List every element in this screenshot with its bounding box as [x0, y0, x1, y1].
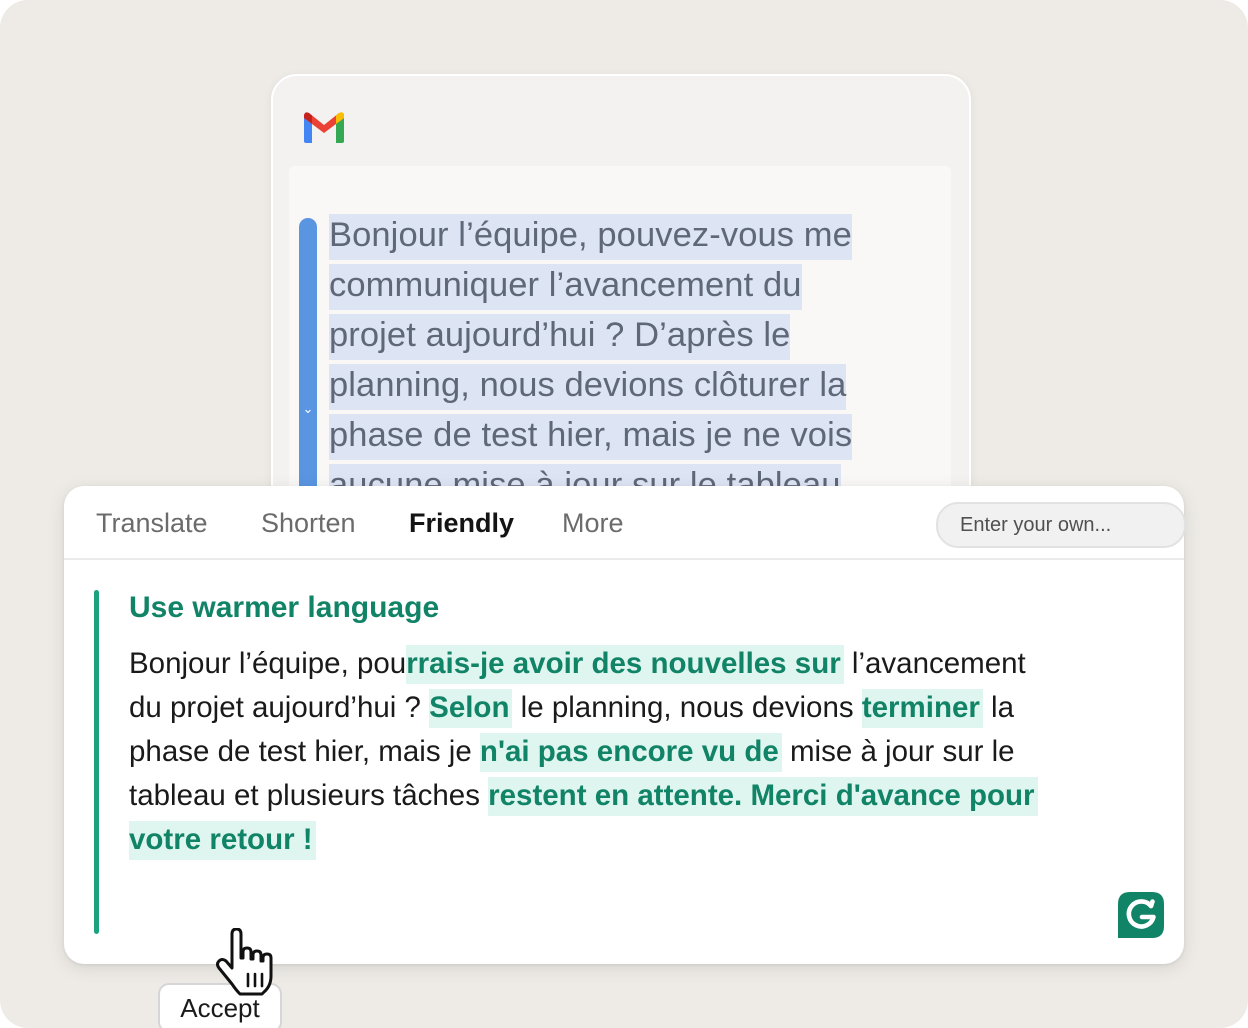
unchanged-text: la [982, 691, 1015, 724]
unchanged-text: phase de test hier, mais je [129, 735, 480, 768]
chevron-down-icon[interactable]: ⌄ [301, 402, 315, 416]
suggestion-line: Bonjour l’équipe, pourrais-je avoir des … [129, 642, 1169, 686]
unchanged-text: le planning, nous devions [512, 691, 862, 724]
custom-prompt-input[interactable] [936, 502, 1186, 548]
suggestion-line: votre retour ! [129, 818, 1169, 862]
email-line: Bonjour l’équipe, pouvez-vous me [329, 210, 929, 260]
tab-translate[interactable]: Translate [96, 506, 208, 540]
suggested-change: Selon [429, 689, 513, 728]
tab-friendly[interactable]: Friendly [409, 506, 514, 540]
email-body[interactable]: ⌄ Bonjour l’équipe, pouvez-vous me commu… [289, 166, 951, 510]
suggestion-title: Use warmer language [129, 591, 440, 624]
tab-more[interactable]: More [562, 506, 624, 540]
suggested-change: rrais-je avoir des nouvelles sur [406, 645, 844, 684]
tab-bar: Translate Shorten Friendly More [64, 486, 1186, 560]
unchanged-text: tableau et plusieurs tâches [129, 779, 489, 812]
gmail-icon [304, 112, 344, 143]
email-text: Bonjour l’équipe, pouvez-vous me communi… [329, 210, 929, 510]
unchanged-text: Bonjour l’équipe, pou [129, 647, 407, 680]
suggestion-text: Bonjour l’équipe, pourrais-je avoir des … [129, 642, 1169, 862]
suggested-change: terminer [861, 689, 983, 728]
email-line: planning, nous devions clôturer la [329, 360, 929, 410]
grammarly-icon[interactable] [1118, 892, 1164, 938]
suggestion-card: Use warmer language Bonjour l’équipe, po… [94, 590, 1158, 1028]
rewrite-panel: Translate Shorten Friendly More Use warm… [64, 486, 1186, 1028]
tab-shorten[interactable]: Shorten [261, 506, 356, 540]
suggestion-line: tableau et plusieurs tâches restent en a… [129, 774, 1169, 818]
suggested-change: n'ai pas encore vu de [479, 733, 782, 772]
suggestion-line: phase de test hier, mais je n'ai pas enc… [129, 730, 1169, 774]
unchanged-text: l’avancement [843, 647, 1026, 680]
suggested-change: restent en attente. Merci d'avance pour [488, 777, 1038, 816]
unchanged-text: du projet aujourd’hui ? [129, 691, 430, 724]
email-line: communiquer l’avancement du [329, 260, 929, 310]
unchanged-text: mise à jour sur le [781, 735, 1015, 768]
suggestion-accent-bar [94, 590, 99, 934]
email-compose-window: ⌄ Bonjour l’équipe, pouvez-vous me commu… [271, 74, 971, 518]
hand-cursor-icon [216, 928, 273, 996]
suggested-change: votre retour ! [129, 821, 316, 860]
suggestion-line: du projet aujourd’hui ? Selon le plannin… [129, 686, 1169, 730]
email-line: phase de test hier, mais je ne vois [329, 410, 929, 460]
selection-handle[interactable] [299, 218, 317, 508]
canvas-background: ⌄ Bonjour l’équipe, pouvez-vous me commu… [0, 0, 1248, 1028]
email-line: projet aujourd’hui ? D’après le [329, 310, 929, 360]
